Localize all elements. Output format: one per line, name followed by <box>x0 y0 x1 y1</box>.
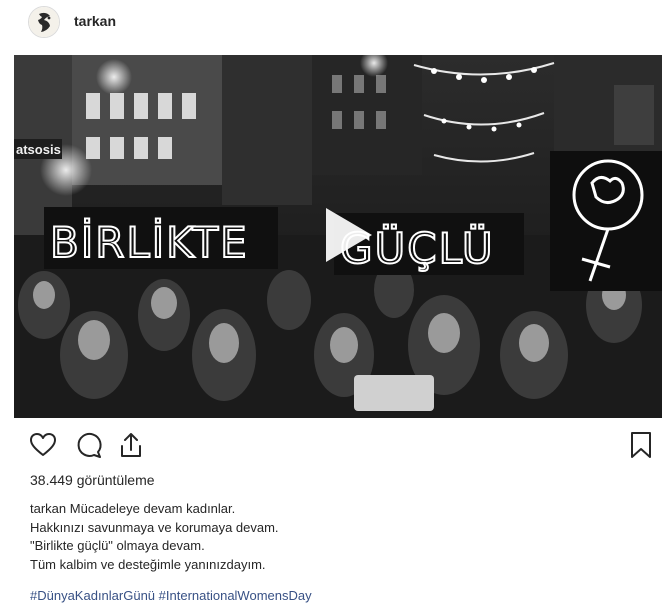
share-icon[interactable] <box>116 430 146 460</box>
caption-line-4: Tüm kalbim ve desteğimle yanınızdayım. <box>30 556 266 572</box>
banner-birlikte: BİRLİKTE <box>50 217 249 267</box>
caption-line-3: "Birlikte güçlü" olmaya devam. <box>30 538 205 553</box>
caption-text: Mücadeleye devam kadınlar. <box>69 501 236 516</box>
avatar[interactable] <box>28 6 60 38</box>
caption-username[interactable]: tarkan <box>30 501 66 516</box>
post-video[interactable]: atsosis BİRLİKTE GÜÇLÜ <box>14 55 662 418</box>
post-caption: tarkan Mücadeleye devam kadınlar. Hakkın… <box>30 500 279 574</box>
avatar-logo <box>29 7 59 37</box>
play-icon[interactable] <box>310 200 380 270</box>
comment-icon[interactable] <box>74 430 104 460</box>
hashtag-link[interactable]: #DünyaKadınlarGünü <box>30 588 155 603</box>
post-header: tarkan <box>0 0 662 48</box>
shop-sign-text: atsosis <box>16 142 61 157</box>
caption-line-2: Hakkınızı savunmaya ve korumaya devam. <box>30 519 279 535</box>
post-actions <box>0 430 662 464</box>
caption-line-1: tarkan Mücadeleye devam kadınlar. <box>30 500 279 519</box>
heart-icon[interactable] <box>28 430 58 460</box>
hashtag-link[interactable]: #InternationalWomensDay <box>159 588 312 603</box>
post-username[interactable]: tarkan <box>74 13 116 29</box>
hashtags: #DünyaKadınlarGünü #InternationalWomensD… <box>30 588 312 603</box>
bookmark-icon[interactable] <box>626 430 656 460</box>
view-count: 38.449 görüntüleme <box>30 472 155 488</box>
